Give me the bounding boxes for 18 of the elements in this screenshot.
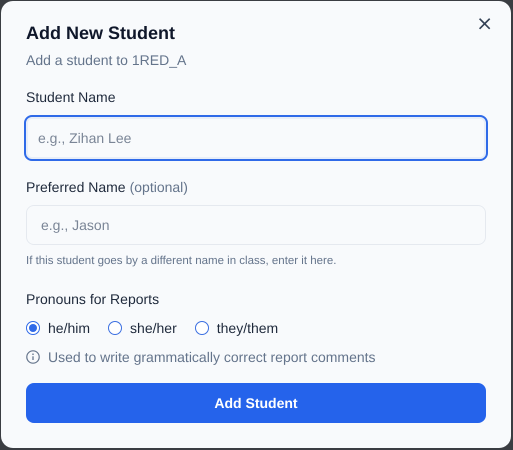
radio-label[interactable]: he/him [48,320,90,336]
hint-text: If this student goes by a different name in class, enter it here. [26,255,338,267]
dialog-subtitle: Add a student to 1RED_A [26,52,188,68]
radio-button[interactable] [108,321,122,335]
add-student-button[interactable]: Add Student [26,383,486,423]
dialog-title: Add New Student [26,23,176,44]
info-text: Used to write grammatically correct report comments [48,349,376,365]
radio-label[interactable]: they/them [216,320,278,336]
section-label: Pronouns for Reports [26,291,160,307]
radio-label[interactable]: she/her [130,320,177,336]
optional-note: (optional) [130,179,188,195]
info-icon [26,350,40,364]
radio-button[interactable] [194,321,209,335]
input-field[interactable]: e.g., Zihan Lee [24,115,488,161]
close-button[interactable]: × [472,13,497,33]
field-label: Student Name [26,89,116,105]
radio-button[interactable] [26,321,40,335]
field-label: Preferred Name [26,179,126,195]
